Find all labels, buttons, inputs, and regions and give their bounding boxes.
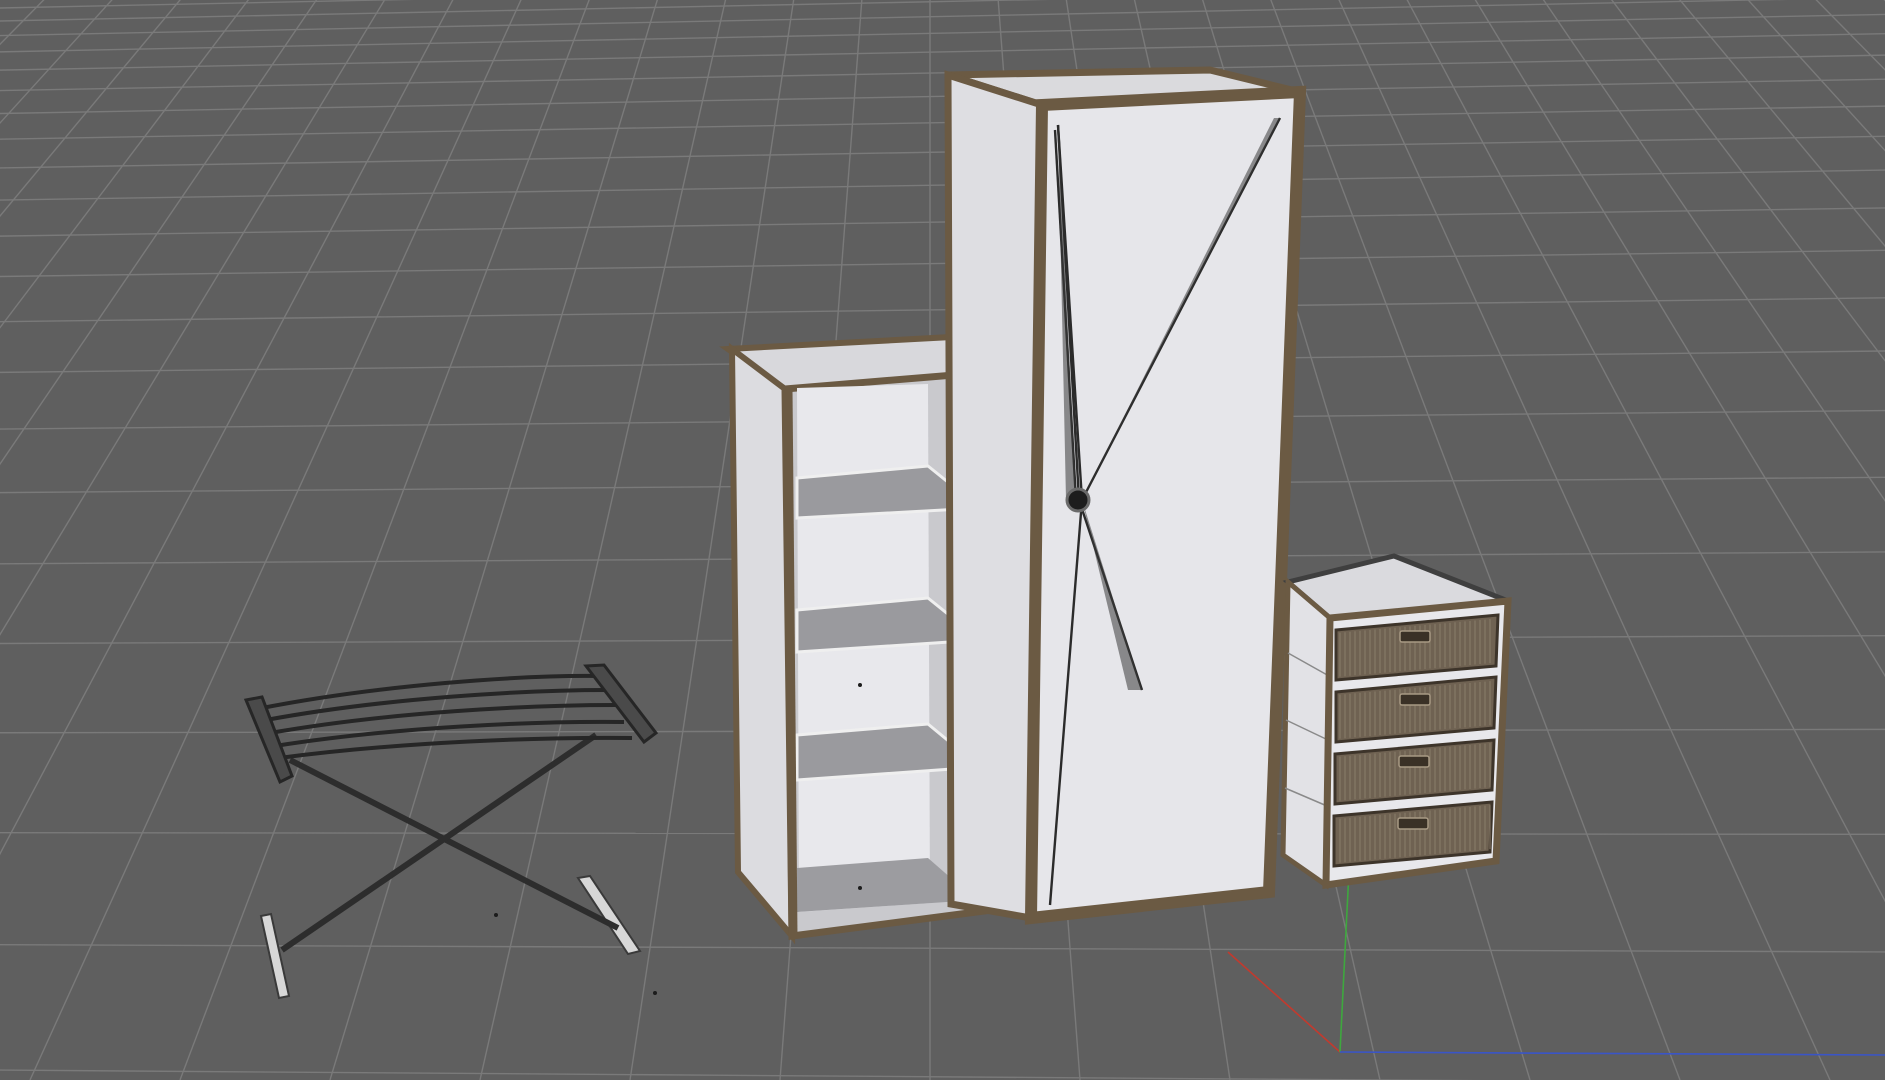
tall-wardrobe[interactable] — [944, 66, 1307, 925]
bookcase-front-left-edge — [783, 388, 798, 937]
drawer-handle-4 — [1397, 817, 1429, 830]
3d-viewport[interactable] — [0, 0, 1885, 1080]
drawer-handle-1 — [1399, 630, 1431, 643]
chest-of-drawers[interactable] — [1280, 553, 1512, 890]
drawer-handle-3 — [1398, 755, 1430, 768]
viewport-canvas[interactable] — [0, 0, 1885, 1080]
drawer-handle-2 — [1399, 693, 1431, 706]
chest-side — [1280, 576, 1333, 890]
wardrobe-door-knob[interactable] — [1065, 487, 1091, 513]
